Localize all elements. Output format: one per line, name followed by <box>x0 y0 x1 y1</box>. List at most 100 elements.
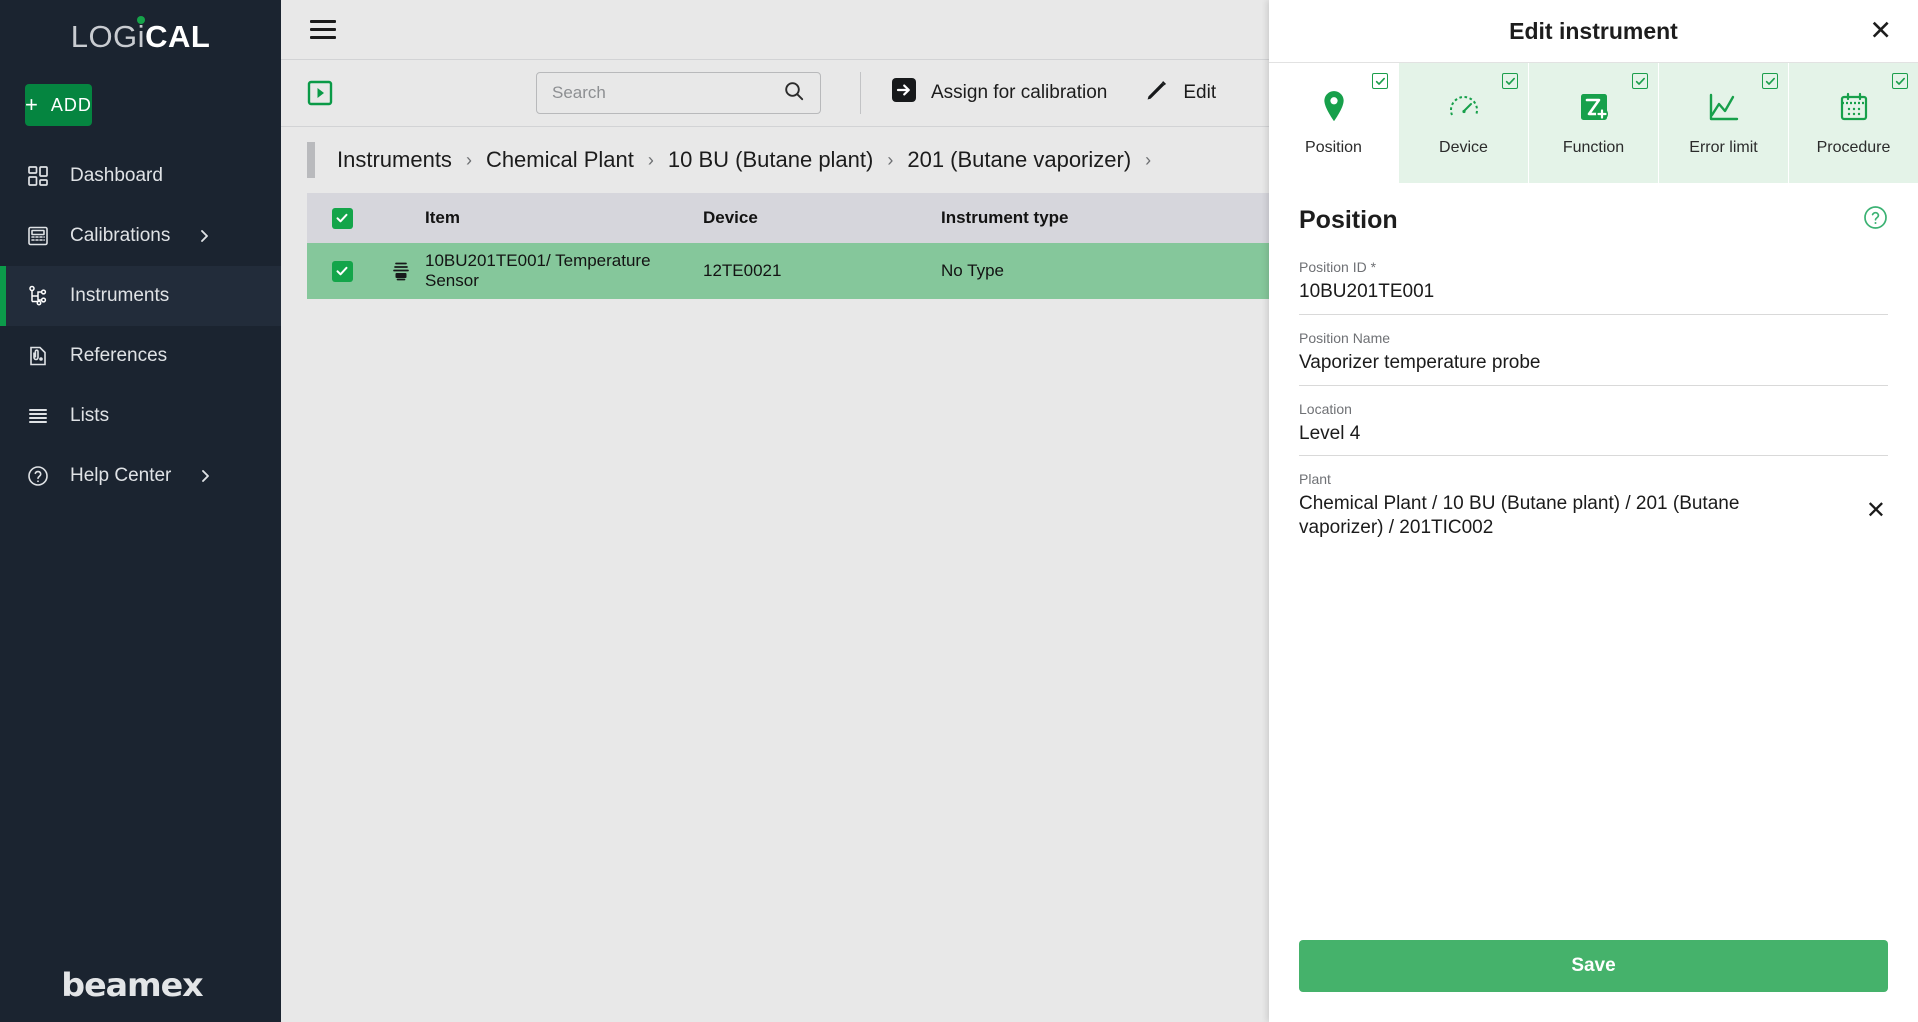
row-checkbox-cell <box>307 260 377 282</box>
cell-item: 10BU201TE001/ Temperature Sensor <box>425 251 651 290</box>
sidebar-nav: Dashboard Calibrations Instruments Refer… <box>0 146 281 506</box>
sidebar-item-dashboard[interactable]: Dashboard <box>0 146 281 206</box>
play-square-icon[interactable] <box>307 80 333 106</box>
help-circle-icon[interactable] <box>1863 205 1888 235</box>
panel-footer: Save <box>1269 940 1918 1022</box>
field-position-id-value[interactable]: 10BU201TE001 <box>1299 280 1769 304</box>
tab-error-limit-label: Error limit <box>1689 139 1758 156</box>
add-button[interactable]: + ADD <box>25 84 92 126</box>
edit-button[interactable]: Edit <box>1145 78 1216 108</box>
field-plant[interactable]: Plant Chemical Plant / 10 BU (Butane pla… <box>1299 471 1888 550</box>
field-location-label: Location <box>1299 400 1352 417</box>
gauge-icon <box>1447 89 1481 125</box>
field-plant-value[interactable]: Chemical Plant / 10 BU (Butane plant) / … <box>1299 492 1769 540</box>
tab-position-label: Position <box>1305 139 1362 156</box>
chevron-right-icon: › <box>1145 149 1152 170</box>
section-header: Position <box>1299 205 1888 235</box>
instrument-icon <box>377 260 425 282</box>
chevron-right-icon <box>198 469 212 483</box>
logo-text-light: LOG <box>70 19 138 54</box>
sidebar-item-label: References <box>70 345 168 366</box>
field-position-id[interactable]: Position ID * 10BU201TE001 <box>1299 259 1888 315</box>
toolbar-divider <box>860 72 861 114</box>
select-all-checkbox-cell <box>307 207 377 229</box>
tab-device-label: Device <box>1439 139 1488 156</box>
save-button[interactable]: Save <box>1299 940 1888 992</box>
field-location-value[interactable]: Level 4 <box>1299 422 1769 446</box>
tab-function-label: Function <box>1562 139 1625 156</box>
chevron-right-icon: › <box>887 149 894 170</box>
breadcrumb-item-0[interactable]: Instruments <box>337 147 452 173</box>
tab-procedure-label: Procedure <box>1816 139 1891 156</box>
tab-procedure-checkbox[interactable] <box>1892 73 1908 89</box>
column-header-device[interactable]: Device <box>703 208 941 228</box>
tab-error-limit[interactable]: Error limit <box>1659 63 1789 183</box>
sidebar-item-lists[interactable]: Lists <box>0 386 281 446</box>
cell-device: 12TE0021 <box>703 261 782 280</box>
edit-instrument-panel: Edit instrument ✕ Position Device Functi… <box>1269 0 1918 1022</box>
tab-procedure[interactable]: Procedure <box>1789 63 1918 183</box>
logo: LOGiCAL <box>0 0 281 74</box>
row-checkbox[interactable] <box>331 260 353 282</box>
reference-icon <box>25 343 51 369</box>
calibrator-icon <box>25 223 51 249</box>
sidebar-item-calibrations[interactable]: Calibrations <box>0 206 281 266</box>
chevron-right-icon: › <box>647 149 654 170</box>
breadcrumb-item-1[interactable]: Chemical Plant <box>486 147 634 173</box>
tab-device-checkbox[interactable] <box>1502 73 1518 89</box>
panel-body: Position Position ID * 10BU201TE001 Posi… <box>1269 183 1918 940</box>
column-header-item[interactable]: Item <box>377 208 703 228</box>
panel-header: Edit instrument ✕ <box>1269 0 1918 62</box>
tab-position[interactable]: Position <box>1269 63 1399 183</box>
instruments-icon <box>25 283 51 309</box>
field-position-name-label: Position Name <box>1299 329 1391 346</box>
search-input[interactable] <box>552 83 783 103</box>
logo-text-bold: CAL <box>145 19 211 54</box>
function-icon <box>1578 89 1610 125</box>
select-all-checkbox[interactable] <box>331 207 353 229</box>
breadcrumb-item-2[interactable]: 10 BU (Butane plant) <box>668 147 873 173</box>
plus-icon: + <box>25 92 39 117</box>
sidebar-item-help-center[interactable]: Help Center <box>0 446 281 506</box>
panel-title: Edit instrument <box>1509 17 1678 44</box>
sidebar-item-label: Lists <box>70 405 110 426</box>
app-root: LOGiCAL + ADD Dashboard Calibrations Ins… <box>0 0 1918 1022</box>
sidebar: LOGiCAL + ADD Dashboard Calibrations Ins… <box>0 0 281 1022</box>
beamex-logo: beamex <box>61 966 203 1004</box>
sidebar-item-instruments[interactable]: Instruments <box>0 266 281 326</box>
calendar-icon <box>1838 89 1870 125</box>
edit-label: Edit <box>1183 82 1217 103</box>
assign-arrow-icon <box>891 77 917 109</box>
field-position-name[interactable]: Position Name Vaporizer temperature prob… <box>1299 330 1888 386</box>
tab-error-limit-checkbox[interactable] <box>1762 73 1778 89</box>
tab-device[interactable]: Device <box>1399 63 1529 183</box>
sidebar-item-references[interactable]: References <box>0 326 281 386</box>
help-icon <box>25 463 51 489</box>
sidebar-item-label: Calibrations <box>70 225 171 246</box>
dashboard-icon <box>25 163 51 189</box>
chevron-right-icon: › <box>465 149 472 170</box>
field-plant-label: Plant <box>1299 471 1331 488</box>
field-location[interactable]: Location Level 4 <box>1299 401 1888 457</box>
breadcrumb-item-3[interactable]: 201 (Butane vaporizer) <box>907 147 1131 173</box>
search-box[interactable] <box>536 72 821 114</box>
hamburger-icon[interactable] <box>310 20 336 39</box>
breadcrumb-bar <box>307 142 315 178</box>
tab-position-checkbox[interactable] <box>1372 73 1388 89</box>
chart-line-icon <box>1707 89 1741 125</box>
sidebar-item-label: Dashboard <box>70 165 163 186</box>
logo-text-i: i <box>137 19 146 54</box>
pencil-icon <box>1145 78 1169 108</box>
search-icon[interactable] <box>783 80 805 107</box>
section-title: Position <box>1299 205 1398 234</box>
clear-plant-icon[interactable]: ✕ <box>1866 499 1886 523</box>
tab-function-checkbox[interactable] <box>1632 73 1648 89</box>
assign-for-calibration-button[interactable]: Assign for calibration <box>891 77 1107 109</box>
panel-tabs: Position Device Function Error limit Pro… <box>1269 62 1918 183</box>
tab-function[interactable]: Function <box>1529 63 1659 183</box>
sidebar-item-label: Instruments <box>70 285 170 306</box>
close-icon[interactable]: ✕ <box>1869 17 1892 45</box>
field-position-name-value[interactable]: Vaporizer temperature probe <box>1299 351 1769 375</box>
add-button-label: ADD <box>50 94 92 115</box>
lists-icon <box>25 403 51 429</box>
